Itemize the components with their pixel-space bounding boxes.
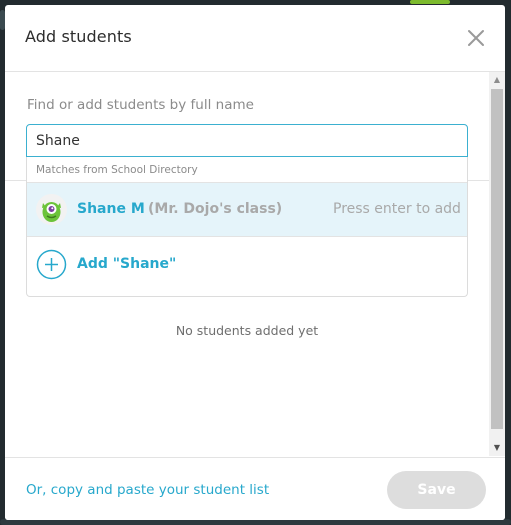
add-student-label: Add "Shane" (77, 256, 177, 272)
scroll-down-arrow-icon[interactable]: ▼ (489, 440, 505, 456)
save-button[interactable]: Save (387, 471, 486, 509)
scrollbar-thumb[interactable] (491, 89, 503, 429)
modal-header: Add students (5, 5, 505, 72)
vertical-scrollbar[interactable]: ▲ ▼ (489, 72, 505, 456)
match-student-name: Shane M (77, 201, 145, 217)
close-icon (468, 30, 484, 46)
match-class-name: (Mr. Dojo's class) (148, 201, 283, 217)
empty-state-text: No students added yet (175, 323, 319, 338)
modal-body: Find or add students by full name Matche… (5, 72, 505, 456)
search-label: Find or add students by full name (27, 97, 254, 113)
search-results-dropdown: Matches from School Directory Shane M (M… (26, 157, 468, 297)
backdrop-decoration (410, 0, 450, 4)
plus-circle-icon (36, 249, 67, 280)
copy-paste-list-link[interactable]: Or, copy and paste your student list (26, 482, 269, 498)
dropdown-header: Matches from School Directory (36, 164, 198, 176)
add-new-student-row[interactable]: Add "Shane" (27, 237, 467, 292)
student-match-row[interactable]: Shane M (Mr. Dojo's class) Press enter t… (27, 182, 467, 237)
monster-avatar-icon (36, 194, 67, 225)
scroll-up-arrow-icon[interactable]: ▲ (489, 72, 505, 88)
modal-footer: Or, copy and paste your student list Sav… (5, 457, 505, 520)
close-button[interactable] (463, 25, 489, 51)
add-students-modal: Add students Find or add students by ful… (5, 5, 505, 520)
modal-title: Add students (25, 27, 132, 46)
enter-hint: Press enter to add (333, 201, 461, 217)
student-search-input[interactable] (26, 124, 468, 157)
